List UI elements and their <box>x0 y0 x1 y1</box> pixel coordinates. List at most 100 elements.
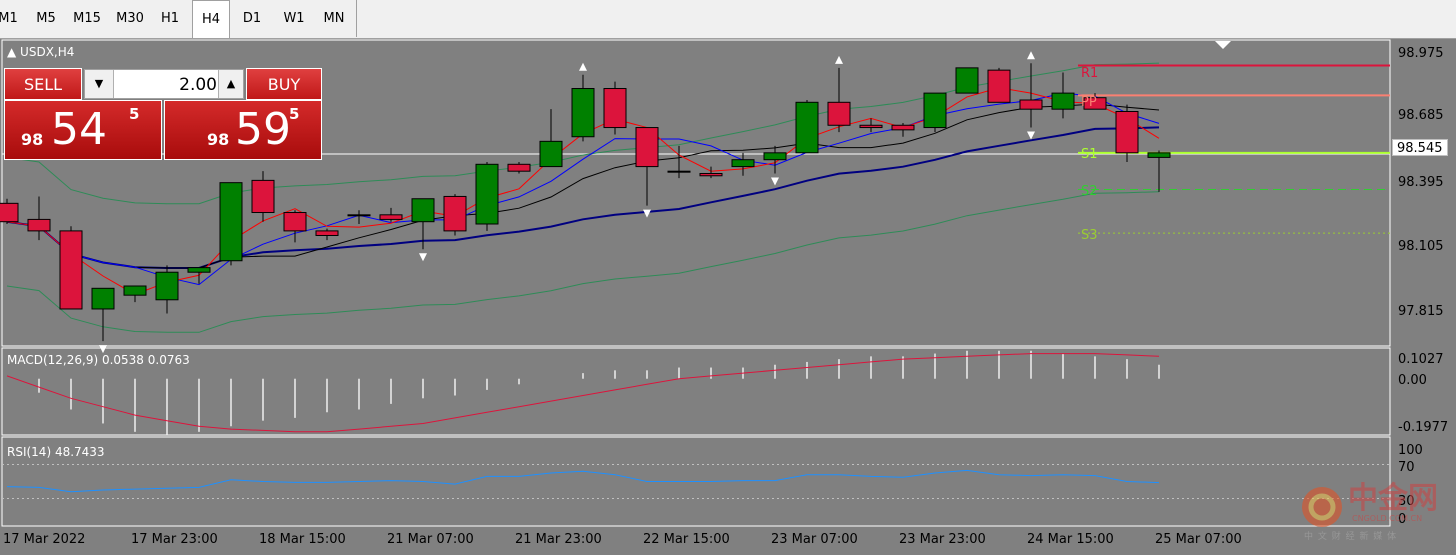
tf-m1[interactable]: M1 <box>0 0 20 37</box>
candle-body <box>347 214 371 217</box>
symbol-text: USDX,H4 <box>20 45 75 59</box>
rsi-axis-tick: 70 <box>1398 460 1415 475</box>
pivot-s1-label: S1 <box>1081 147 1098 162</box>
rsi-line <box>6 469 1160 493</box>
candle-body <box>251 179 275 214</box>
timeframe-toolbar: M1 M5 M15 M30 H1 H4 D1 W1 MN <box>0 0 1456 39</box>
macd-panel-frame <box>1 347 1391 436</box>
candle-body <box>475 163 499 225</box>
rsi-label: RSI(14) 48.7433 <box>7 445 105 459</box>
time-tick: 23 Mar 23:00 <box>899 532 986 547</box>
tf-h4[interactable]: H4 <box>192 0 230 38</box>
candle-body <box>443 195 467 232</box>
time-tick: 25 Mar 07:00 <box>1155 532 1242 547</box>
fractal-down-arrow <box>643 209 651 218</box>
toolbar-divider <box>356 0 357 37</box>
fractal-down-arrow <box>419 253 427 262</box>
watermark-tagline: 中 文 财 经 新 媒 体 <box>1304 532 1398 542</box>
chart-shift-marker <box>1215 41 1231 49</box>
macd-axis-tick: -0.1977 <box>1398 420 1449 435</box>
candle-body <box>283 212 307 232</box>
time-tick: 24 Mar 15:00 <box>1027 532 1114 547</box>
time-tick: 18 Mar 15:00 <box>259 532 346 547</box>
current-price-label: 98.545 <box>1392 139 1448 156</box>
buy-quote[interactable]: 98 59 5 <box>164 100 322 160</box>
watermark-sub: CNGOLD.COM.CN <box>1352 514 1423 523</box>
candle-body <box>155 271 179 301</box>
candle-body <box>187 267 211 273</box>
price-tick: 98.395 <box>1398 175 1444 190</box>
tf-d1[interactable]: D1 <box>235 0 269 37</box>
pivot-s3-label: S3 <box>1081 228 1098 243</box>
candle-body <box>603 88 627 129</box>
candle-body <box>379 214 403 220</box>
macd-axis-tick: 0.1027 <box>1398 352 1444 367</box>
volume-control: ▼ ▲ <box>84 69 244 99</box>
candle-body <box>955 67 979 94</box>
volume-input[interactable] <box>115 72 219 98</box>
sell-price-big: 54 <box>51 104 107 155</box>
time-tick: 17 Mar 23:00 <box>131 532 218 547</box>
tf-w1[interactable]: W1 <box>276 0 312 37</box>
tf-mn[interactable]: MN <box>315 0 353 37</box>
sell-price-sup: 5 <box>129 105 140 123</box>
candle-body <box>539 140 563 168</box>
sell-quote[interactable]: 98 54 5 <box>4 100 162 160</box>
candle-body <box>763 152 787 161</box>
sell-price-small: 98 <box>21 130 44 149</box>
fractal-up-arrow <box>835 55 843 64</box>
candle-body <box>1147 152 1171 158</box>
candle-body <box>219 182 243 262</box>
tf-m30[interactable]: M30 <box>110 0 150 37</box>
candle-body <box>315 230 339 236</box>
macd-axis-tick: 0.00 <box>1398 373 1427 388</box>
time-tick: 23 Mar 07:00 <box>771 532 858 547</box>
buy-button[interactable]: BUY <box>246 68 322 100</box>
candle-body <box>827 101 851 126</box>
fractal-down-arrow <box>1027 131 1035 140</box>
candle-body <box>699 172 723 177</box>
buy-price-sup: 5 <box>289 105 300 123</box>
price-tick: 98.105 <box>1398 239 1444 254</box>
one-click-trade-panel: SELL ▼ ▲ BUY 98 54 5 98 59 5 <box>4 68 322 160</box>
fractal-down-arrow <box>99 345 107 354</box>
pivot-pp-label: PP <box>1081 95 1097 110</box>
candle-body <box>59 230 83 310</box>
sell-button[interactable]: SELL <box>4 68 82 100</box>
pivot-s2-label: S2 <box>1081 184 1098 199</box>
candle-body <box>411 198 435 223</box>
candle-body <box>667 170 691 173</box>
macd-label: MACD(12,26,9) 0.0538 0.0763 <box>7 353 190 367</box>
tf-m15[interactable]: M15 <box>67 0 107 37</box>
buy-price-big: 59 <box>235 104 291 155</box>
candle-body <box>987 69 1011 103</box>
candle-body <box>859 124 883 129</box>
volume-up-arrow-icon[interactable]: ▲ <box>218 70 243 98</box>
watermark-text: 中金网 <box>1348 481 1438 516</box>
candle-body <box>795 101 819 154</box>
candle-body <box>571 88 595 138</box>
price-tick: 97.815 <box>1398 304 1444 319</box>
candle-body <box>1051 92 1075 110</box>
time-tick: 22 Mar 15:00 <box>643 532 730 547</box>
tf-h1[interactable]: H1 <box>153 0 187 37</box>
price-tick: 98.685 <box>1398 108 1444 123</box>
time-tick: 21 Mar 23:00 <box>515 532 602 547</box>
pivot-r1-label: R1 <box>1081 66 1099 81</box>
volume-down-arrow-icon[interactable]: ▼ <box>85 70 114 98</box>
candle-body <box>635 127 659 168</box>
rsi-axis-tick: 100 <box>1398 443 1423 458</box>
candle-body <box>27 218 51 232</box>
buy-price-small: 98 <box>207 130 230 149</box>
candle-body <box>891 124 915 131</box>
candle-body <box>1019 99 1043 110</box>
price-tick: 98.975 <box>1398 46 1444 61</box>
symbol-label: ▲ USDX,H4 <box>7 45 75 59</box>
fractal-down-arrow <box>771 177 779 186</box>
time-tick: 17 Mar 2022 <box>3 532 86 547</box>
candle-body <box>91 287 115 310</box>
fractal-up-arrow <box>579 62 587 71</box>
candle-body <box>507 163 531 172</box>
candle-body <box>1115 110 1139 154</box>
tf-m5[interactable]: M5 <box>29 0 63 37</box>
